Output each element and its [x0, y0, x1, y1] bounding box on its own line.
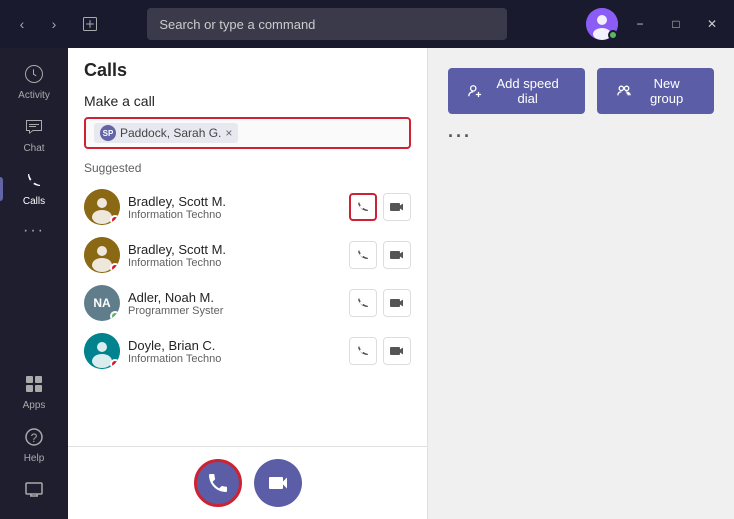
sidebar-item-more[interactable]: ···	[0, 215, 68, 247]
apps-icon	[24, 374, 44, 397]
sidebar-item-device[interactable]	[0, 472, 68, 511]
new-group-label: New group	[639, 76, 694, 106]
dial-buttons	[68, 446, 427, 519]
contact-item[interactable]: Bradley, Scott M. Information Techno	[68, 231, 427, 279]
contact-actions	[349, 193, 411, 221]
new-group-button[interactable]: New group	[597, 68, 714, 114]
tag-close-button[interactable]: ×	[225, 126, 232, 140]
contact-info: Bradley, Scott M. Information Techno	[128, 194, 341, 221]
chat-label: Chat	[23, 143, 44, 154]
make-call-label: Make a call	[68, 85, 427, 117]
contact-info: Doyle, Brian C. Information Techno	[128, 338, 341, 365]
help-icon: ?	[24, 427, 44, 450]
contact-name: Bradley, Scott M.	[128, 242, 341, 257]
audio-call-dial-button[interactable]	[194, 459, 242, 507]
chat-icon	[24, 117, 44, 140]
contact-status	[110, 263, 120, 273]
contact-item[interactable]: NA Adler, Noah M. Programmer Syster	[68, 279, 427, 327]
help-label: Help	[24, 453, 45, 464]
contact-actions	[349, 289, 411, 317]
nav-buttons: ‹ ›	[8, 10, 68, 38]
back-button[interactable]: ‹	[8, 10, 36, 38]
device-icon	[24, 480, 44, 503]
title-bar: ‹ › Search or type a command − □ ✕	[0, 0, 734, 48]
search-tag: SP Paddock, Sarah G. ×	[94, 123, 238, 143]
contact-status	[110, 311, 120, 321]
phone-call-button[interactable]	[349, 193, 377, 221]
contact-status	[110, 215, 120, 225]
video-call-dial-button[interactable]	[254, 459, 302, 507]
contact-item[interactable]: Doyle, Brian C. Information Techno	[68, 327, 427, 375]
contact-info: Bradley, Scott M. Information Techno	[128, 242, 341, 269]
maximize-button[interactable]: □	[662, 10, 690, 38]
minimize-button[interactable]: −	[626, 10, 654, 38]
contact-actions	[349, 241, 411, 269]
contact-dept: Information Techno	[128, 209, 341, 221]
speed-dial-buttons: Add speed dial New group	[448, 68, 714, 114]
user-avatar[interactable]	[586, 8, 618, 40]
sidebar-item-help[interactable]: ? Help	[0, 419, 68, 472]
sidebar-item-apps[interactable]: Apps	[0, 366, 68, 419]
contact-status	[110, 359, 120, 369]
video-call-button[interactable]	[383, 337, 411, 365]
contact-avatar	[84, 237, 120, 273]
avatar-status	[608, 30, 618, 40]
phone-call-button[interactable]	[349, 241, 377, 269]
phone-call-button[interactable]	[349, 289, 377, 317]
sidebar-item-chat[interactable]: Chat	[0, 109, 68, 162]
contact-item[interactable]: Bradley, Scott M. Information Techno	[68, 183, 427, 231]
contact-info: Adler, Noah M. Programmer Syster	[128, 290, 341, 317]
activity-label: Activity	[18, 90, 50, 101]
contact-list: Bradley, Scott M. Information Techno	[68, 183, 427, 446]
contact-avatar	[84, 189, 120, 225]
title-bar-actions: − □ ✕	[586, 8, 726, 40]
calls-icon	[24, 170, 44, 193]
close-button[interactable]: ✕	[698, 10, 726, 38]
main-content: Activity Chat Calls ···	[0, 48, 734, 519]
panel-title: Calls	[68, 48, 427, 85]
contact-dept: Information Techno	[128, 257, 341, 269]
right-panel: Add speed dial New group ···	[428, 48, 734, 519]
sidebar-item-activity[interactable]: Activity	[0, 56, 68, 109]
call-search-input[interactable]: SP Paddock, Sarah G. ×	[84, 117, 411, 149]
calls-panel: Calls Make a call SP Paddock, Sarah G. ×…	[68, 48, 428, 519]
activity-icon	[24, 64, 44, 87]
contact-avatar: NA	[84, 285, 120, 321]
contact-dept: Information Techno	[128, 353, 341, 365]
svg-text:?: ?	[31, 431, 38, 445]
calls-label: Calls	[23, 196, 45, 207]
search-bar[interactable]: Search or type a command	[147, 8, 507, 40]
more-options-button[interactable]: ···	[448, 126, 714, 147]
contact-avatar	[84, 333, 120, 369]
search-text: Search or type a command	[159, 17, 315, 32]
apps-label: Apps	[23, 400, 46, 411]
phone-call-button[interactable]	[349, 337, 377, 365]
contact-dept: Programmer Syster	[128, 305, 341, 317]
add-speed-dial-label: Add speed dial	[490, 76, 565, 106]
compose-button[interactable]	[76, 10, 104, 38]
video-call-button[interactable]	[383, 289, 411, 317]
add-speed-dial-button[interactable]: Add speed dial	[448, 68, 585, 114]
contact-name: Bradley, Scott M.	[128, 194, 341, 209]
contact-actions	[349, 337, 411, 365]
contact-name: Doyle, Brian C.	[128, 338, 341, 353]
contact-name: Adler, Noah M.	[128, 290, 341, 305]
video-call-button[interactable]	[383, 193, 411, 221]
video-call-button[interactable]	[383, 241, 411, 269]
more-icon: ···	[23, 223, 45, 239]
forward-button[interactable]: ›	[40, 10, 68, 38]
sidebar-item-calls[interactable]: Calls	[0, 162, 68, 215]
tag-icon: SP	[100, 125, 116, 141]
more-options-label: ···	[448, 126, 472, 147]
sidebar: Activity Chat Calls ···	[0, 48, 68, 519]
tag-name: Paddock, Sarah G.	[120, 126, 221, 140]
suggested-label: Suggested	[68, 157, 427, 183]
